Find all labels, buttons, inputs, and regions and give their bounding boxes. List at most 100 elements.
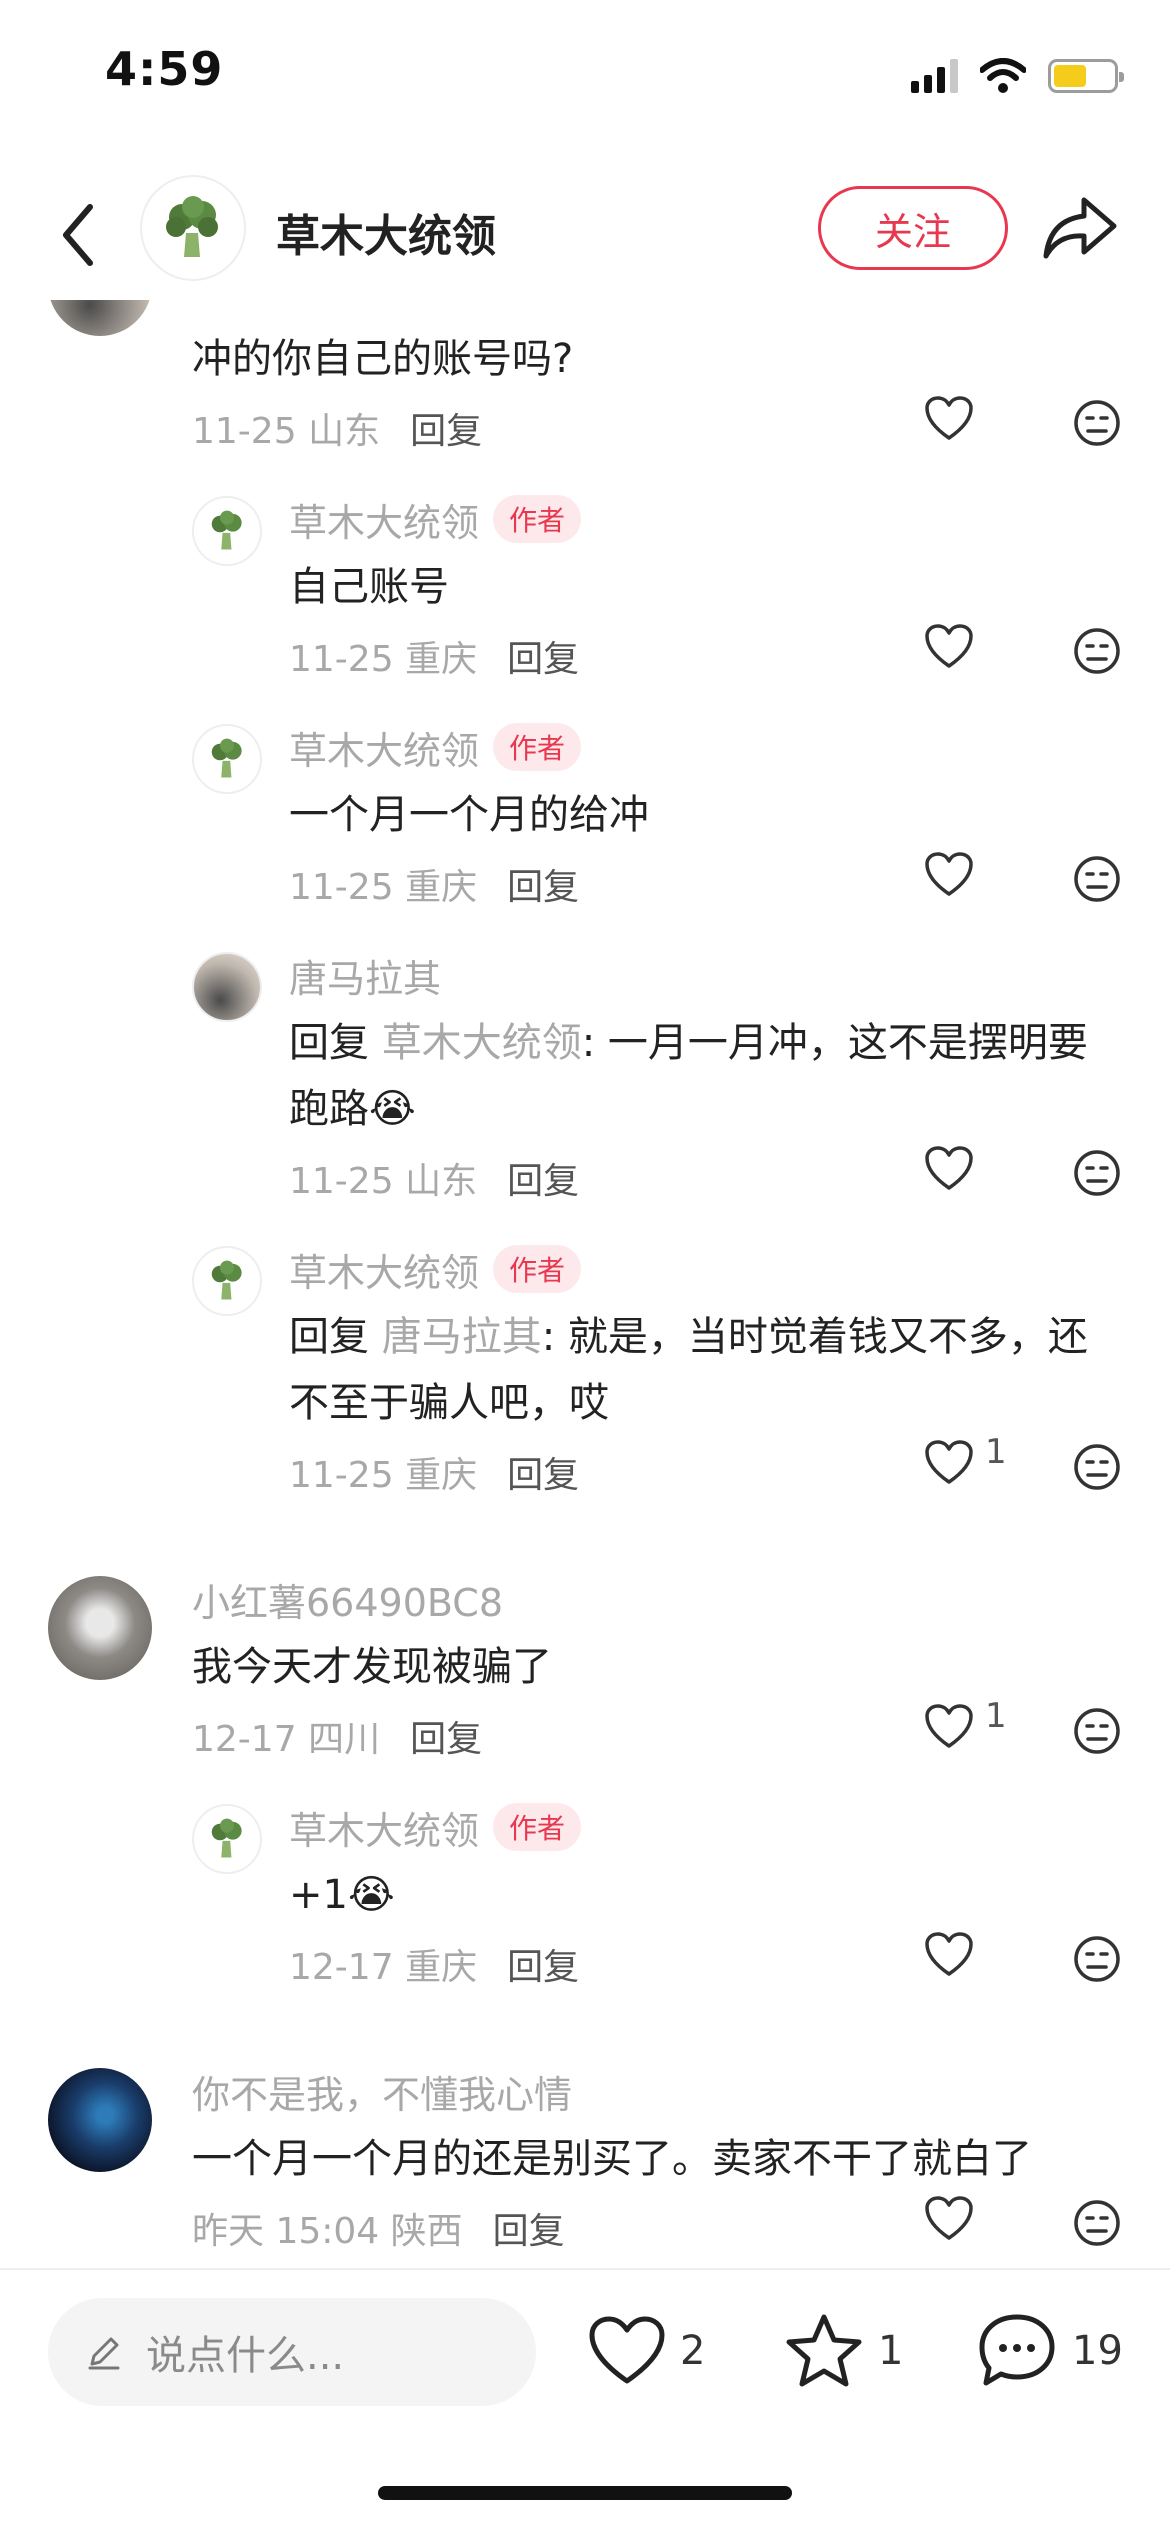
comment-text: 一个月一个月的还是别买了。卖家不干了就白了 xyxy=(192,2136,1032,2182)
author-avatar[interactable] xyxy=(192,1804,262,1874)
comment-meta: 12-17 四川 回复 xyxy=(192,1719,483,1760)
comment-username[interactable]: 草木大统领 作者 xyxy=(289,492,582,547)
emoji-reaction-button[interactable] xyxy=(1072,1934,1122,1984)
reply-button[interactable]: 回复 xyxy=(507,639,579,680)
comment-input-placeholder: 说点什么... xyxy=(146,2333,345,2379)
comment-meta: 11-25 山东 回复 xyxy=(192,411,483,452)
comment-username[interactable]: 小红薯66490BC8 xyxy=(192,1572,503,1627)
nav-header: 草木大统领 关注 xyxy=(0,170,1170,290)
heart-icon xyxy=(925,2196,973,2240)
comment-meta: 12-17 重庆 回复 xyxy=(289,1947,580,1988)
user-avatar[interactable] xyxy=(48,2068,152,2172)
comment-meta: 11-25 重庆 回复 xyxy=(289,1455,580,1496)
mentioned-user[interactable]: 草木大统领 xyxy=(382,1020,582,1066)
emoji-reaction-button[interactable] xyxy=(1072,1148,1122,1198)
emoji-reaction-button[interactable] xyxy=(1072,398,1122,448)
emoji-reaction-button[interactable] xyxy=(1072,854,1122,904)
neutral-face-icon xyxy=(1074,1708,1120,1754)
comment-username[interactable]: 草木大统领 作者 xyxy=(289,1242,582,1297)
pencil-icon xyxy=(88,2337,120,2370)
neutral-face-icon xyxy=(1074,400,1120,446)
comment-username[interactable]: 你不是我，不懂我心情 xyxy=(192,2064,572,2119)
emoji-reaction-button[interactable] xyxy=(1072,626,1122,676)
author-badge: 作者 xyxy=(493,1245,582,1293)
heart-icon xyxy=(925,1440,973,1484)
reply-button[interactable]: 回复 xyxy=(507,867,579,908)
reply-button[interactable]: 回复 xyxy=(507,1161,579,1202)
heart-icon xyxy=(925,852,973,896)
broccoli-icon xyxy=(211,510,242,550)
author-avatar[interactable] xyxy=(140,175,246,281)
heart-icon xyxy=(925,1146,973,1190)
comment-text: 自己账号 xyxy=(289,564,449,610)
comment-username[interactable]: 唐马拉其 xyxy=(289,948,441,1003)
comment-username[interactable]: 草木大统领 作者 xyxy=(289,1800,582,1855)
comment-list: 冲的你自己的账号吗? 11-25 山东 回复 草木大统领 作者 自己账号 11-25… xyxy=(0,300,1170,2265)
comment-like-button[interactable] xyxy=(924,1704,984,1760)
like-button[interactable]: 2 xyxy=(588,2306,705,2396)
neutral-face-icon xyxy=(1074,1444,1120,1490)
comment-like-count: 1 xyxy=(985,1432,1007,1472)
emoji-reaction-button[interactable] xyxy=(1072,1442,1122,1492)
comment-count: 19 xyxy=(1072,2328,1123,2374)
neutral-face-icon xyxy=(1074,1936,1120,1982)
author-avatar[interactable] xyxy=(192,724,262,794)
comment-button[interactable]: 19 xyxy=(976,2306,1123,2396)
favorite-button[interactable]: 1 xyxy=(784,2306,903,2396)
broccoli-icon xyxy=(166,196,218,257)
reply-button[interactable]: 回复 xyxy=(493,2211,565,2252)
broccoli-icon xyxy=(211,1260,242,1300)
chevron-left-icon xyxy=(63,204,93,266)
neutral-face-icon xyxy=(1074,2200,1120,2246)
user-avatar[interactable] xyxy=(48,300,152,336)
comment-text: 回复 草木大统领: 一月一月冲，这不是摆明要跑路😭 xyxy=(289,1020,1088,1132)
heart-icon xyxy=(925,1704,973,1748)
heart-icon xyxy=(925,396,973,440)
share-arrow-icon xyxy=(1043,197,1117,259)
reply-button[interactable]: 回复 xyxy=(410,411,482,452)
comment-like-button[interactable] xyxy=(924,1146,984,1202)
user-avatar[interactable] xyxy=(192,952,262,1022)
status-icons xyxy=(911,54,1124,98)
comment-like-button[interactable] xyxy=(924,396,984,452)
mentioned-user[interactable]: 唐马拉其 xyxy=(382,1314,542,1360)
broccoli-icon xyxy=(211,738,242,778)
comment-username[interactable]: 草木大统领 作者 xyxy=(289,720,582,775)
reply-button[interactable]: 回复 xyxy=(507,1947,579,1988)
emoji-reaction-button[interactable] xyxy=(1072,2198,1122,2248)
neutral-face-icon xyxy=(1074,1150,1120,1196)
comment-like-button[interactable] xyxy=(924,1440,984,1496)
page-title: 草木大统领 xyxy=(276,211,496,262)
status-bar: 4:59 xyxy=(0,0,1170,150)
follow-button[interactable]: 关注 xyxy=(818,186,1008,270)
user-avatar[interactable] xyxy=(48,1576,152,1680)
emoji-reaction-button[interactable] xyxy=(1072,1706,1122,1756)
comment-meta: 11-25 重庆 回复 xyxy=(289,867,580,908)
comment-text: 冲的你自己的账号吗? xyxy=(192,336,574,382)
author-badge: 作者 xyxy=(493,1803,582,1851)
comment-like-button[interactable] xyxy=(924,624,984,680)
comment-bubble-icon xyxy=(979,2314,1055,2386)
author-avatar[interactable] xyxy=(192,496,262,566)
battery-icon xyxy=(1048,59,1124,93)
author-badge: 作者 xyxy=(493,495,582,543)
comment-like-button[interactable] xyxy=(924,1932,984,1988)
heart-icon xyxy=(589,2316,665,2384)
heart-icon xyxy=(925,624,973,668)
author-avatar[interactable] xyxy=(192,1246,262,1316)
comment-text: 一个月一个月的给冲 xyxy=(289,792,649,838)
comment-like-button[interactable] xyxy=(924,2196,984,2252)
share-button[interactable] xyxy=(1040,194,1120,264)
home-indicator xyxy=(378,2486,792,2500)
neutral-face-icon xyxy=(1074,856,1120,902)
heart-icon xyxy=(925,1932,973,1976)
reply-button[interactable]: 回复 xyxy=(410,1719,482,1760)
comment-text: 我今天才发现被骗了 xyxy=(192,1644,552,1690)
comment-like-button[interactable] xyxy=(924,852,984,908)
broccoli-icon xyxy=(211,1818,242,1858)
comment-input[interactable]: 说点什么... xyxy=(48,2298,536,2406)
back-button[interactable] xyxy=(48,195,108,275)
comment-meta: 11-25 山东 回复 xyxy=(289,1161,580,1202)
like-count: 2 xyxy=(680,2328,706,2374)
reply-button[interactable]: 回复 xyxy=(507,1455,579,1496)
